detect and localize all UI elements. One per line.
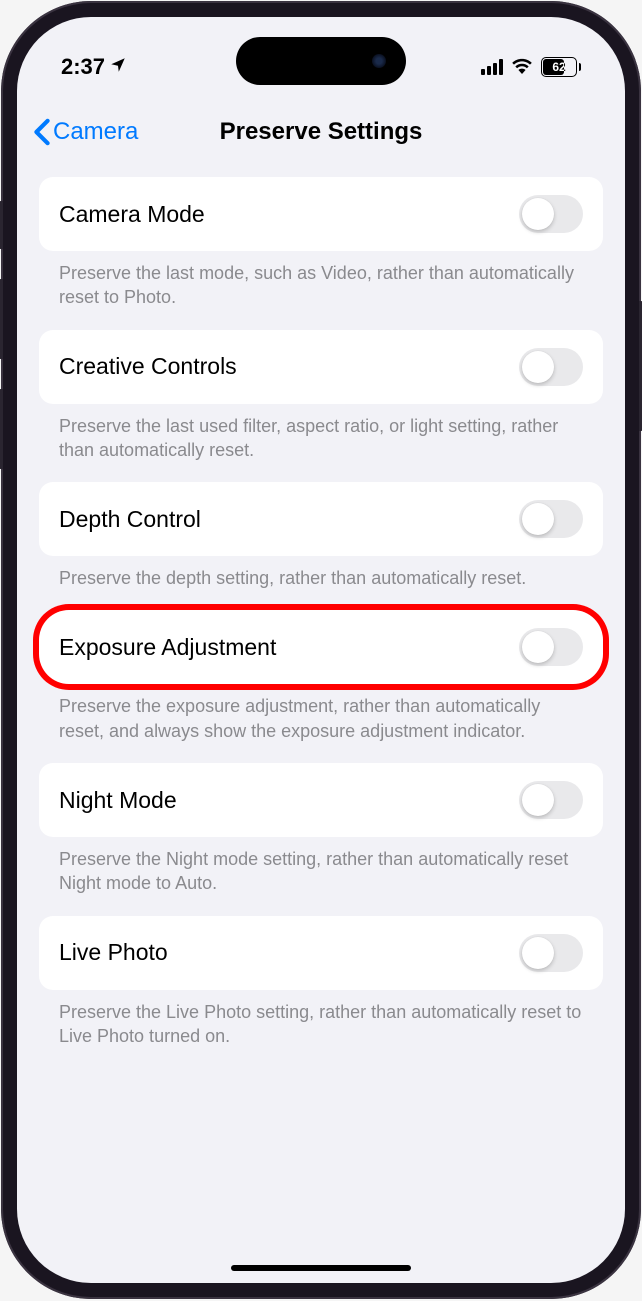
settings-row[interactable]: Exposure Adjustment	[39, 610, 603, 684]
settings-label: Night Mode	[59, 787, 177, 814]
settings-footer: Preserve the exposure adjustment, rather…	[39, 684, 603, 743]
settings-row[interactable]: Depth Control	[39, 482, 603, 556]
toggle-switch[interactable]	[519, 781, 583, 819]
settings-label: Live Photo	[59, 939, 168, 966]
settings-content[interactable]: Camera Mode Preserve the last mode, such …	[17, 163, 625, 1048]
settings-group: Live Photo Preserve the Live Photo settin…	[39, 916, 603, 1049]
home-indicator[interactable]	[231, 1265, 411, 1271]
settings-label: Depth Control	[59, 506, 201, 533]
chevron-left-icon	[33, 118, 51, 146]
toggle-knob	[522, 503, 554, 535]
settings-footer: Preserve the last mode, such as Video, r…	[39, 251, 603, 310]
battery-icon: 62	[541, 57, 581, 77]
toggle-switch[interactable]	[519, 348, 583, 386]
settings-row[interactable]: Night Mode	[39, 763, 603, 837]
settings-row[interactable]: Live Photo	[39, 916, 603, 990]
settings-footer: Preserve the last used filter, aspect ra…	[39, 404, 603, 463]
toggle-knob	[522, 784, 554, 816]
toggle-switch[interactable]	[519, 500, 583, 538]
settings-group: Creative Controls Preserve the last used …	[39, 330, 603, 463]
toggle-switch[interactable]	[519, 934, 583, 972]
status-time: 2:37	[61, 54, 105, 80]
toggle-switch[interactable]	[519, 195, 583, 233]
toggle-switch[interactable]	[519, 628, 583, 666]
page-title: Preserve Settings	[220, 118, 423, 146]
settings-label: Exposure Adjustment	[59, 634, 276, 661]
back-label: Camera	[53, 118, 138, 146]
settings-group: Night Mode Preserve the Night mode settin…	[39, 763, 603, 896]
toggle-knob	[522, 631, 554, 663]
toggle-knob	[522, 937, 554, 969]
settings-footer: Preserve the Night mode setting, rather …	[39, 837, 603, 896]
settings-footer: Preserve the Live Photo setting, rather …	[39, 990, 603, 1049]
settings-label: Camera Mode	[59, 201, 205, 228]
wifi-icon	[511, 54, 533, 80]
settings-group: Exposure Adjustment Preserve the exposure…	[39, 610, 603, 743]
toggle-knob	[522, 351, 554, 383]
battery-percent: 62	[552, 60, 565, 74]
settings-row[interactable]: Camera Mode	[39, 177, 603, 251]
settings-row[interactable]: Creative Controls	[39, 330, 603, 404]
screen: 2:37	[17, 17, 625, 1283]
phone-frame: 2:37	[1, 1, 641, 1299]
settings-group: Depth Control Preserve the depth setting,…	[39, 482, 603, 590]
settings-group: Camera Mode Preserve the last mode, such …	[39, 177, 603, 310]
back-button[interactable]: Camera	[33, 118, 138, 146]
settings-label: Creative Controls	[59, 353, 237, 380]
location-icon	[109, 54, 127, 80]
cellular-signal-icon	[481, 59, 503, 75]
toggle-knob	[522, 198, 554, 230]
nav-header: Camera Preserve Settings	[17, 101, 625, 163]
dynamic-island	[236, 37, 406, 85]
settings-footer: Preserve the depth setting, rather than …	[39, 556, 603, 590]
